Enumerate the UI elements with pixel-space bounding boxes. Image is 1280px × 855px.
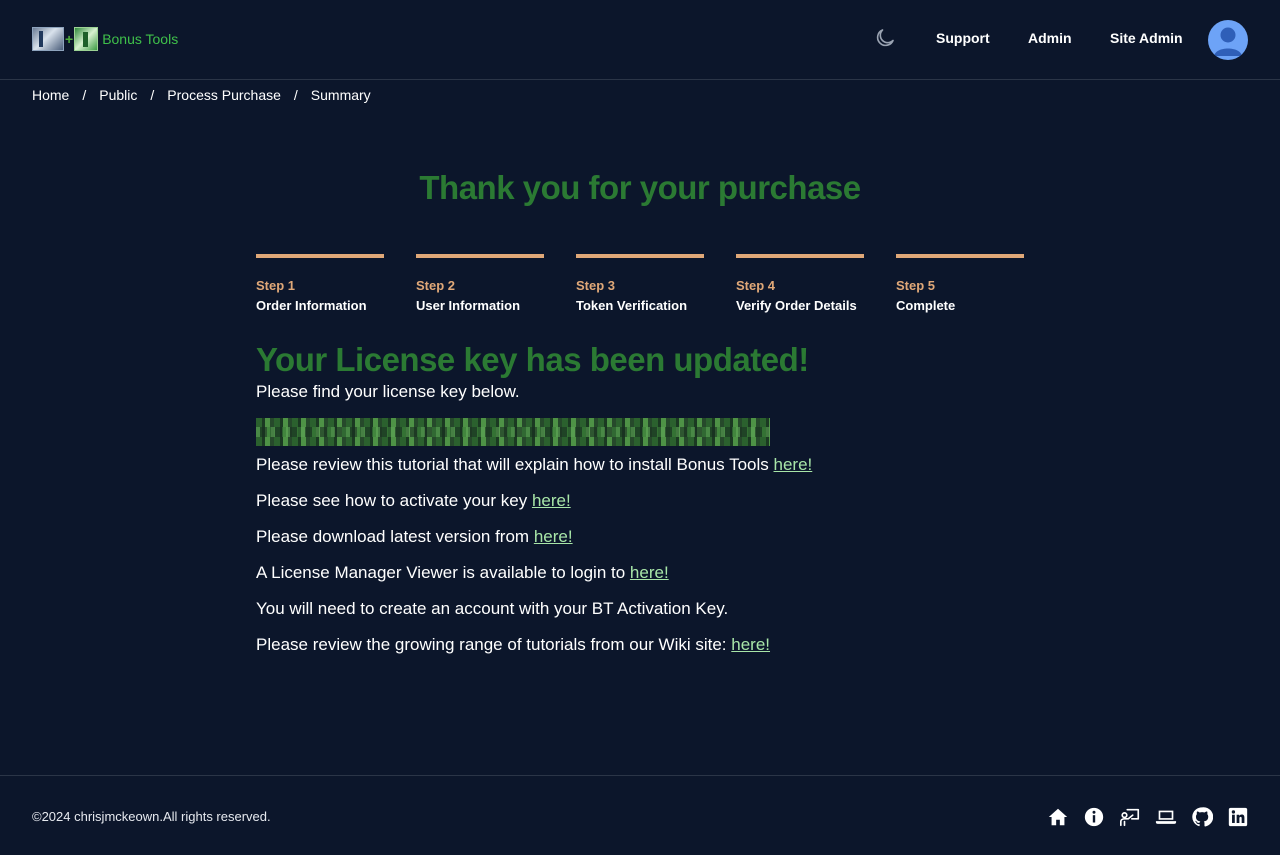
step-label: Token Verification [576, 298, 688, 313]
github-icon[interactable] [1191, 806, 1213, 828]
download-text: Please download latest version from [256, 527, 530, 546]
page-title: Thank you for your purchase [419, 169, 861, 206]
viewer-line: A License Manager Viewer is available to… [256, 561, 669, 585]
breadcrumb-separator: / [82, 87, 87, 103]
nav-admin[interactable]: Admin [1028, 29, 1072, 47]
license-key-redacted [256, 418, 770, 446]
step-3: Step 3 Token Verification [576, 254, 704, 314]
step-number: Step 3 [576, 278, 616, 293]
tutorial-link[interactable]: here! [774, 455, 813, 474]
viewer-link[interactable]: here! [630, 563, 669, 582]
wiki-line: Please review the growing range of tutor… [256, 633, 770, 657]
step-2: Step 2 User Information [416, 254, 544, 314]
logo-link[interactable]: + Bonus Tools [32, 27, 178, 51]
step-label: Complete [896, 298, 956, 313]
step-label: Order Information [256, 298, 367, 313]
nav-site-admin[interactable]: Site Admin [1110, 29, 1183, 47]
download-line: Please download latest version from here… [256, 525, 573, 549]
viewer-text: A License Manager Viewer is available to… [256, 563, 626, 582]
summary-content: Your License key has been updated! Pleas… [256, 340, 1056, 654]
breadcrumb-public[interactable]: Public [99, 87, 137, 103]
laptop-icon[interactable] [1155, 806, 1177, 828]
activate-link[interactable]: here! [532, 491, 571, 510]
logo-plus-icon: + [65, 31, 74, 47]
account-text: You will need to create an account with … [256, 599, 729, 618]
step-4: Step 4 Verify Order Details [736, 254, 864, 314]
tutorial-line: Please review this tutorial that will ex… [256, 453, 812, 477]
activate-line: Please see how to activate your key here… [256, 489, 571, 513]
logo-bt-icon [74, 27, 99, 51]
license-updated-title: Your License key has been updated! [256, 341, 809, 378]
avatar[interactable] [1208, 20, 1248, 60]
step-number: Step 2 [416, 278, 456, 293]
wiki-link[interactable]: here! [731, 635, 770, 654]
breadcrumb-summary: Summary [310, 87, 371, 103]
progress-steps: Step 1 Order Information Step 2 User Inf… [256, 254, 1056, 314]
copyright-text: ©2024 chrisjmckeown.All rights reserved. [32, 809, 271, 824]
find-key-text: Please find your license key below. [256, 382, 520, 401]
step-bar [416, 254, 544, 258]
step-number: Step 1 [256, 278, 296, 293]
wiki-text: Please review the growing range of tutor… [256, 635, 727, 654]
breadcrumb-home[interactable]: Home [32, 87, 69, 103]
step-bar [896, 254, 1024, 258]
moon-icon[interactable] [873, 26, 897, 50]
presentation-icon[interactable] [1119, 806, 1141, 828]
step-5: Step 5 Complete [896, 254, 1024, 314]
step-bar [256, 254, 384, 258]
step-1: Step 1 Order Information [256, 254, 384, 314]
nav-support[interactable]: Support [936, 29, 990, 47]
linkedin-icon[interactable] [1227, 806, 1249, 828]
step-label: Verify Order Details [736, 298, 857, 313]
activate-text: Please see how to activate your key [256, 491, 528, 510]
logo-text: Bonus Tools [102, 31, 179, 47]
home-icon[interactable] [1047, 806, 1069, 828]
logo-kc-icon [32, 27, 64, 51]
step-bar [576, 254, 704, 258]
breadcrumb-separator: / [150, 87, 155, 103]
info-icon[interactable] [1083, 806, 1105, 828]
step-label: User Information [416, 298, 521, 313]
top-navbar: + Bonus Tools Support Admin Site Admin [0, 0, 1280, 80]
step-bar [736, 254, 864, 258]
breadcrumb-process-purchase[interactable]: Process Purchase [167, 87, 281, 103]
breadcrumb: Home / Public / Process Purchase / Summa… [32, 86, 371, 104]
footer: ©2024 chrisjmckeown.All rights reserved. [0, 775, 1280, 855]
step-number: Step 5 [896, 278, 936, 293]
breadcrumb-separator: / [293, 87, 298, 103]
download-link[interactable]: here! [534, 527, 573, 546]
tutorial-text: Please review this tutorial that will ex… [256, 455, 769, 474]
step-number: Step 4 [736, 278, 776, 293]
avatar-icon [1214, 27, 1242, 56]
